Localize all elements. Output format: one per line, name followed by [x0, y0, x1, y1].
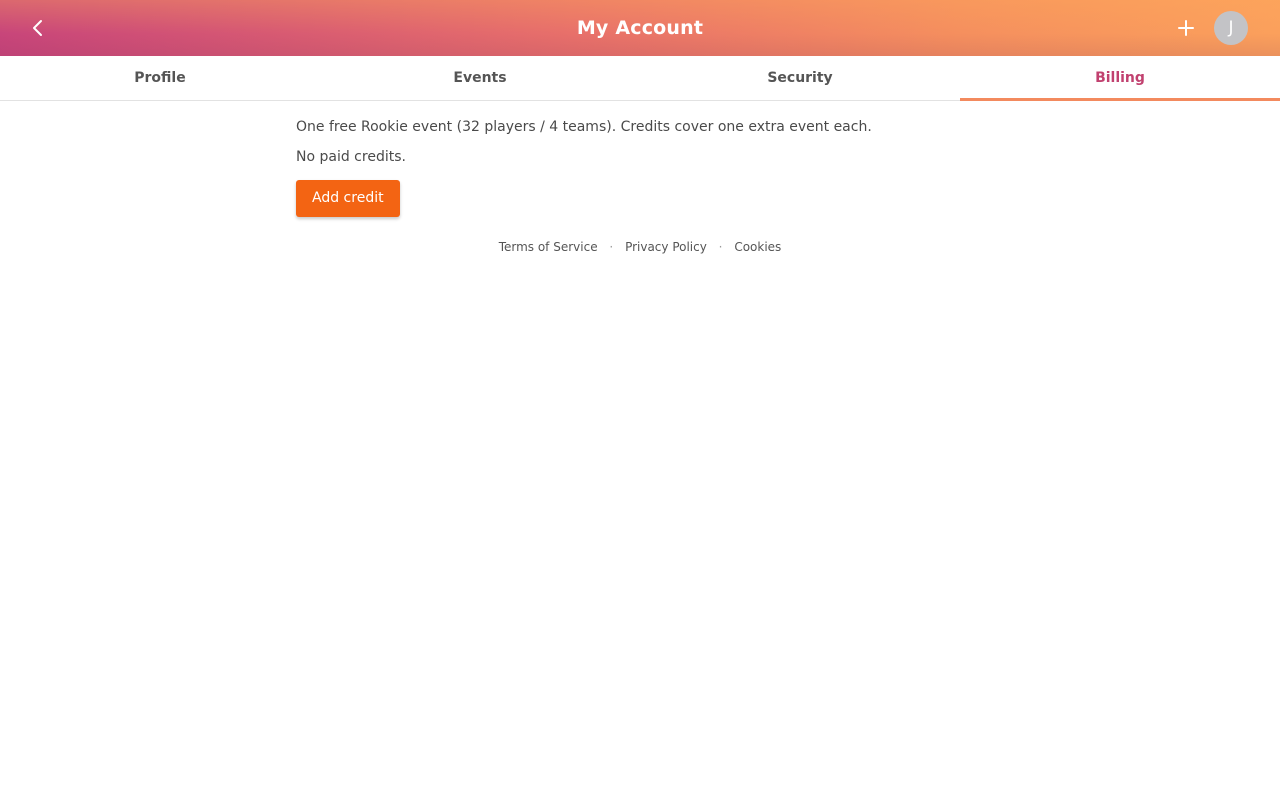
privacy-policy-link[interactable]: Privacy Policy [625, 240, 707, 254]
add-credit-button[interactable]: Add credit [296, 180, 400, 217]
footer-separator: · [718, 240, 723, 254]
cookies-link[interactable]: Cookies [734, 240, 781, 254]
billing-info-text: One free Rookie event (32 players / 4 te… [296, 119, 872, 135]
footer-links: Terms of Service · Privacy Policy · Cook… [0, 238, 1280, 256]
tab-events[interactable]: Events [320, 56, 640, 100]
account-tabs: Profile Events Security Billing [0, 56, 1280, 101]
avatar[interactable]: J [1214, 11, 1248, 45]
tab-billing[interactable]: Billing [960, 56, 1280, 101]
page-title: My Account [576, 17, 704, 39]
tab-security[interactable]: Security [640, 56, 960, 100]
add-button[interactable] [1172, 14, 1200, 42]
app-header: My Account J [0, 0, 1280, 56]
billing-panel: One free Rookie event (32 players / 4 te… [296, 116, 996, 217]
footer-separator: · [609, 240, 614, 254]
plus-icon [1178, 20, 1194, 36]
tab-profile[interactable]: Profile [0, 56, 320, 100]
terms-of-service-link[interactable]: Terms of Service [499, 240, 598, 254]
credits-status-text: No paid credits. [296, 149, 406, 165]
